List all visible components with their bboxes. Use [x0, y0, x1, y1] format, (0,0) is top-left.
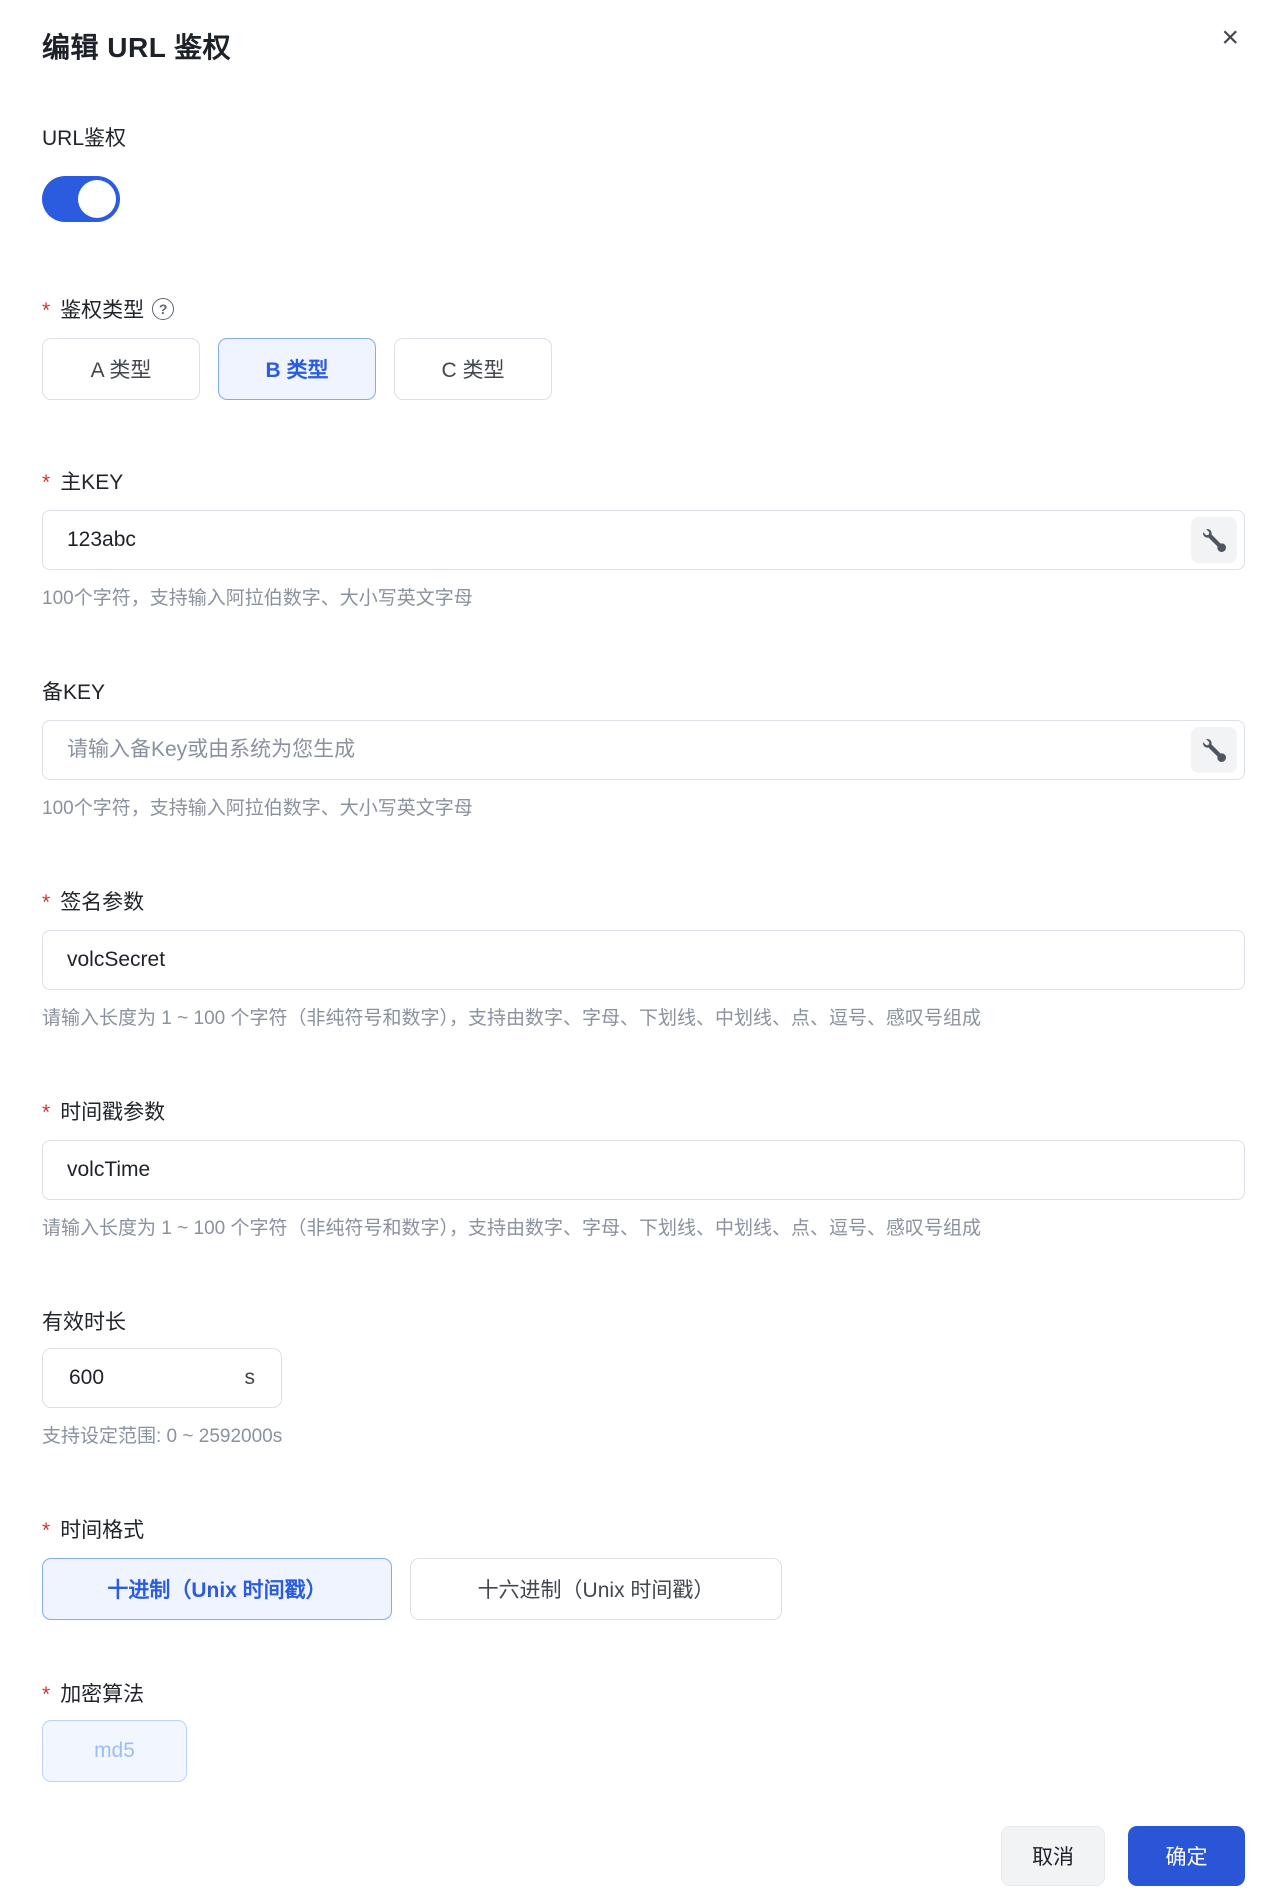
generate-key-button[interactable] [1191, 517, 1237, 563]
url-auth-toggle[interactable] [42, 176, 120, 222]
time-format-option-hex[interactable]: 十六进制（Unix 时间戳） [410, 1558, 782, 1620]
auth-type-option-c[interactable]: C 类型 [394, 338, 552, 400]
duration-input[interactable] [69, 1366, 189, 1390]
duration-unit: s [244, 1366, 256, 1389]
backup-key-hint: 100个字符，支持输入阿拉伯数字、大小写英文字母 [42, 798, 473, 819]
dialog-title: 编辑 URL 鉴权 [42, 32, 232, 63]
required-asterisk: * [42, 1101, 51, 1124]
confirm-button[interactable]: 确定 [1128, 1826, 1245, 1886]
duration-hint: 支持设定范围: 0 ~ 2592000s [42, 1426, 283, 1447]
wrench-icon [1202, 738, 1226, 762]
duration-label: 有效时长 [42, 1311, 126, 1334]
cancel-button[interactable]: 取消 [1001, 1826, 1105, 1886]
url-auth-label: URL鉴权 [42, 127, 127, 150]
sign-param-input[interactable] [42, 930, 1245, 990]
required-asterisk: * [42, 1683, 51, 1706]
generate-key-button[interactable] [1191, 727, 1237, 773]
auth-type-label: 鉴权类型 [60, 299, 145, 322]
primary-key-hint: 100个字符，支持输入阿拉伯数字、大小写英文字母 [42, 588, 473, 609]
wrench-icon [1202, 528, 1226, 552]
auth-type-option-b[interactable]: B 类型 [218, 338, 376, 400]
algorithm-label: 加密算法 [60, 1683, 145, 1706]
sign-param-label: 签名参数 [60, 891, 145, 914]
required-asterisk: * [42, 471, 51, 494]
backup-key-label: 备KEY [42, 681, 106, 704]
required-asterisk: * [42, 299, 51, 322]
toggle-knob [78, 180, 116, 218]
time-format-option-decimal[interactable]: 十进制（Unix 时间戳） [42, 1558, 392, 1620]
primary-key-group: * 主KEY 100个字符，支持输入阿拉伯数字、大小写英文字母 [42, 466, 1245, 610]
timestamp-param-hint: 请输入长度为 1 ~ 100 个字符（非纯符号和数字），支持由数字、字母、下划线… [42, 1218, 981, 1239]
primary-key-input[interactable] [42, 510, 1245, 570]
auth-type-option-a[interactable]: A 类型 [42, 338, 200, 400]
duration-field: s [42, 1348, 282, 1408]
sign-param-hint: 请输入长度为 1 ~ 100 个字符（非纯符号和数字），支持由数字、字母、下划线… [42, 1008, 981, 1029]
algorithm-group: * 加密算法 md5 [42, 1678, 1245, 1782]
timestamp-param-group: * 时间戳参数 请输入长度为 1 ~ 100 个字符（非纯符号和数字），支持由数… [42, 1096, 1245, 1240]
close-icon[interactable]: × [1215, 23, 1245, 53]
dialog-footer: 取消 确定 [1001, 1826, 1245, 1886]
backup-key-group: 备KEY 100个字符，支持输入阿拉伯数字、大小写英文字母 [42, 676, 1245, 820]
required-asterisk: * [42, 1519, 51, 1542]
auth-type-group: * 鉴权类型 ? A 类型 B 类型 C 类型 [42, 294, 1245, 400]
duration-group: 有效时长 s 支持设定范围: 0 ~ 2592000s [42, 1306, 1245, 1448]
algorithm-option-md5: md5 [42, 1720, 187, 1782]
url-auth-group: URL鉴权 [42, 122, 1245, 222]
time-format-group: * 时间格式 十进制（Unix 时间戳） 十六进制（Unix 时间戳） [42, 1514, 1245, 1620]
time-format-label: 时间格式 [60, 1519, 145, 1542]
backup-key-input[interactable] [42, 720, 1245, 780]
required-asterisk: * [42, 891, 51, 914]
sign-param-group: * 签名参数 请输入长度为 1 ~ 100 个字符（非纯符号和数字），支持由数字… [42, 886, 1245, 1030]
dialog-header: 编辑 URL 鉴权 × [42, 23, 1245, 66]
timestamp-param-input[interactable] [42, 1140, 1245, 1200]
help-question-icon[interactable]: ? [152, 298, 175, 320]
primary-key-label: 主KEY [60, 471, 124, 494]
edit-url-auth-dialog: 编辑 URL 鉴权 × URL鉴权 * 鉴权类型 ? A 类型 B 类型 C 类… [0, 0, 1280, 1782]
timestamp-param-label: 时间戳参数 [60, 1101, 166, 1124]
